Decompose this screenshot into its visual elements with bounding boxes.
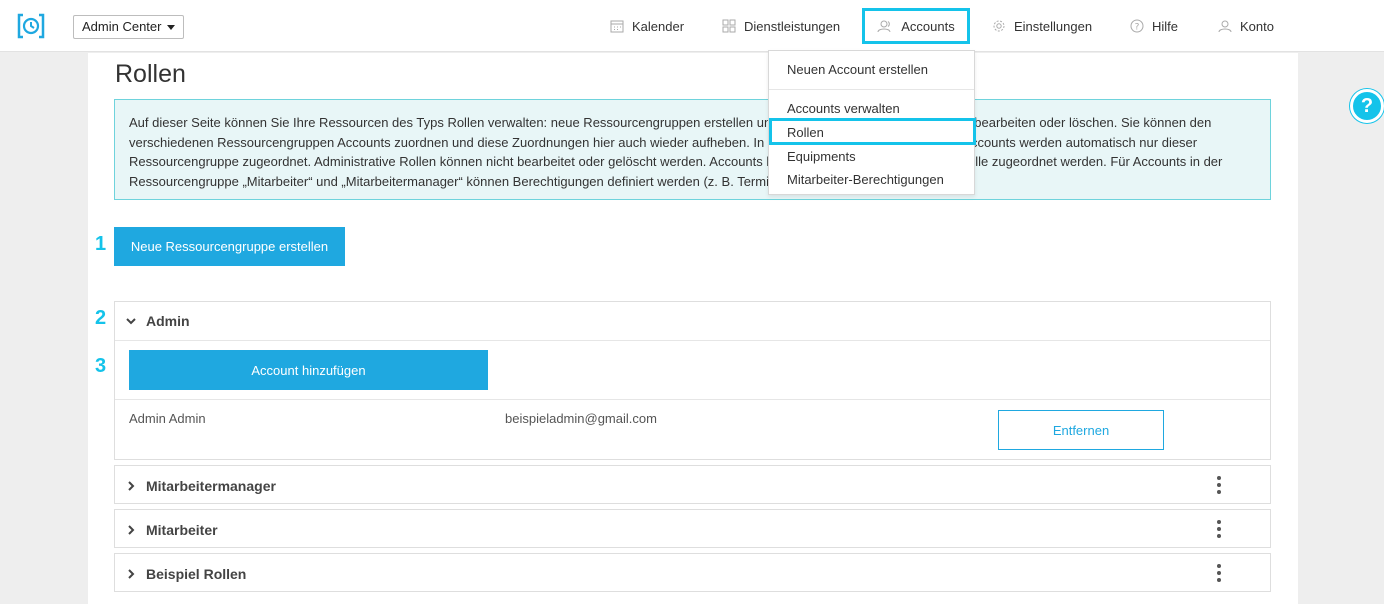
account-name: Admin Admin: [129, 411, 206, 426]
nav-dienstleistungen-label: Dienstleistungen: [744, 18, 841, 34]
page-title: Rollen: [115, 60, 186, 88]
remove-account-button[interactable]: Entfernen: [998, 410, 1164, 450]
group-mitarbeitermanager: Mitarbeitermanager: [114, 465, 1271, 504]
group-name: Mitarbeitermanager: [146, 477, 276, 494]
info-text: Auf dieser Seite können Sie Ihre Ressour…: [129, 115, 1223, 189]
menu-item-equipments[interactable]: Equipments: [787, 149, 856, 164]
top-bar: Admin Center Kalender Dienstleistungen A…: [0, 0, 1384, 52]
chevron-down-icon: [126, 318, 136, 325]
gear-icon: [993, 20, 1005, 32]
nav-konto[interactable]: Konto: [1218, 0, 1274, 52]
add-account-button[interactable]: Account hinzufügen: [129, 350, 488, 390]
nav-accounts[interactable]: Accounts: [862, 8, 970, 44]
row-divider: [115, 399, 1270, 400]
menu-item-rollen[interactable]: Rollen: [787, 125, 824, 140]
nav-einstellungen-label: Einstellungen: [1014, 18, 1093, 34]
step-number-1: 1: [95, 233, 107, 255]
group-header[interactable]: Beispiel Rollen: [115, 554, 1270, 593]
chevron-right-icon: [128, 524, 135, 535]
group-name: Admin: [146, 313, 190, 329]
nav-einstellungen[interactable]: Einstellungen: [992, 0, 1092, 52]
grid-icon: [722, 19, 736, 33]
nav-accounts-label: Accounts: [901, 18, 955, 34]
app-select-label: Admin Center: [82, 19, 162, 34]
help-button[interactable]: ?: [1350, 89, 1384, 123]
caret-down-icon: [167, 24, 176, 30]
info-box: Auf dieser Seite können Sie Ihre Ressour…: [114, 99, 1271, 200]
more-options-icon[interactable]: [1216, 564, 1222, 584]
more-options-icon[interactable]: [1216, 476, 1222, 496]
step-number-2: 2: [95, 307, 107, 329]
account-email: beispieladmin@gmail.com: [505, 411, 657, 426]
group-name: Beispiel Rollen: [146, 565, 247, 582]
menu-item-new-account[interactable]: Neuen Account erstellen: [787, 62, 928, 77]
calendar-icon: [610, 20, 624, 33]
group-name: Mitarbeiter: [146, 521, 218, 538]
new-resource-group-button[interactable]: Neue Ressourcengruppe erstellen: [114, 227, 345, 266]
nav-dienstleistungen[interactable]: Dienstleistungen: [722, 0, 840, 52]
more-options-icon[interactable]: [1216, 520, 1222, 540]
user-icon: [1218, 20, 1232, 33]
menu-item-manage-accounts[interactable]: Accounts verwalten: [787, 101, 900, 116]
nav-kalender-label: Kalender: [632, 18, 685, 34]
app-select[interactable]: Admin Center: [73, 15, 185, 39]
logo-icon[interactable]: [16, 12, 46, 40]
group-mitarbeiter: Mitarbeiter: [114, 509, 1271, 548]
nav-hilfe-label: Hilfe: [1152, 18, 1179, 34]
question-circle-icon: ?: [1130, 19, 1144, 33]
group-header[interactable]: Mitarbeiter: [115, 510, 1270, 549]
group-admin: Admin Account hinzufügen Admin Admin bei…: [114, 301, 1271, 460]
menu-divider: [769, 89, 974, 90]
nav-hilfe[interactable]: ? Hilfe: [1130, 0, 1178, 52]
chevron-right-icon: [128, 480, 135, 491]
users-icon: [877, 20, 891, 33]
accounts-dropdown-menu: Neuen Account erstellen Accounts verwalt…: [768, 50, 976, 195]
step-number-3: 3: [95, 355, 107, 377]
menu-item-staff-permissions[interactable]: Mitarbeiter-Berechtigungen: [787, 172, 944, 187]
help-icon: ?: [1360, 95, 1374, 117]
nav-konto-label: Konto: [1240, 18, 1274, 34]
svg-text:?: ?: [1135, 23, 1140, 33]
nav-kalender[interactable]: Kalender: [610, 0, 684, 52]
group-header[interactable]: Admin: [115, 302, 1270, 341]
chevron-right-icon: [128, 568, 135, 579]
group-beispiel-rollen: Beispiel Rollen: [114, 553, 1271, 592]
group-header[interactable]: Mitarbeitermanager: [115, 466, 1270, 505]
